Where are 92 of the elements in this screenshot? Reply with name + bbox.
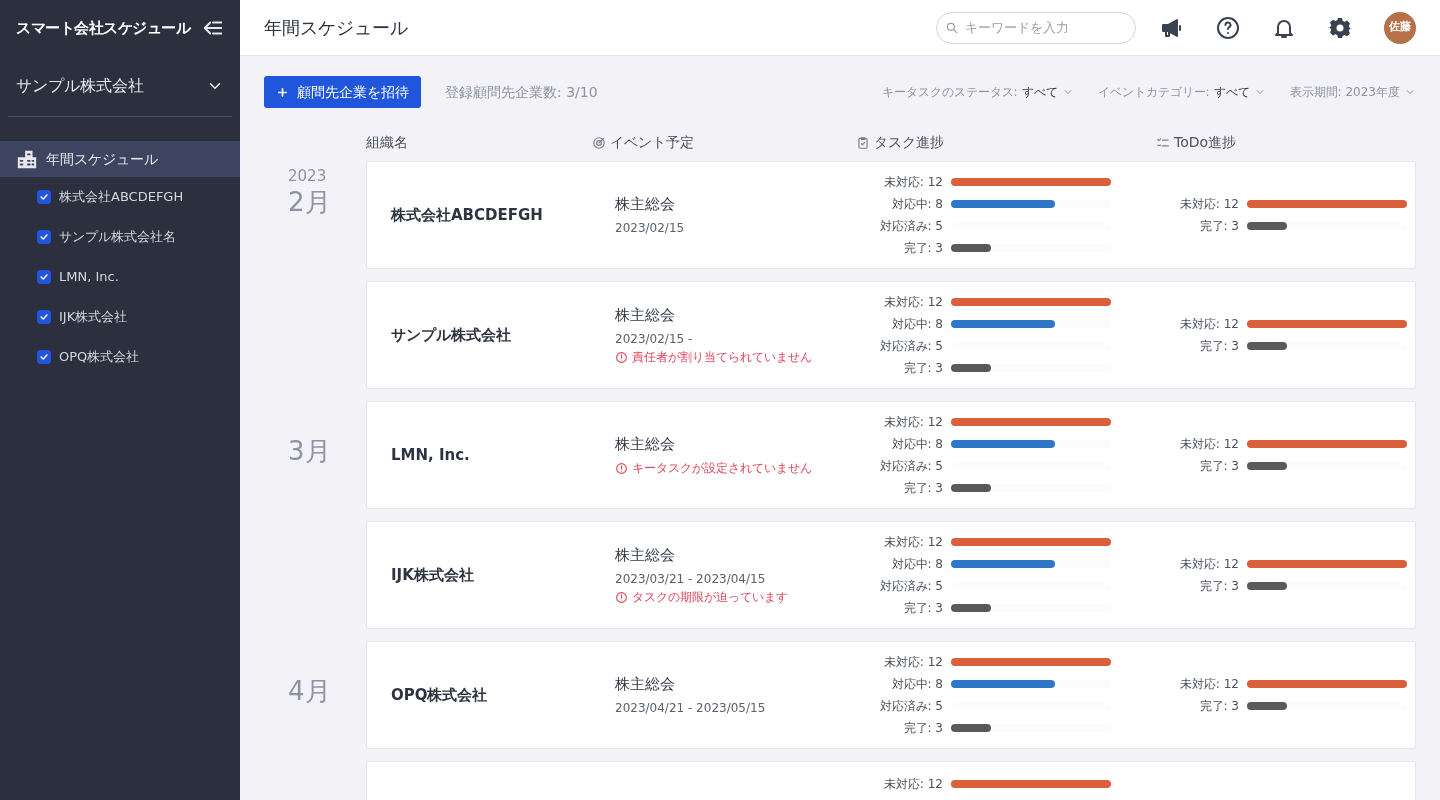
progress-label: 未対応: 12 [882,776,943,793]
company-count: 登録顧問先企業数: 3/10 [445,82,598,102]
checkbox[interactable] [37,310,51,324]
month-label: 3月 [288,437,332,466]
column-header: ToDo進捗 [1174,133,1237,152]
filter-dropdown[interactable]: イベントカテゴリー: すべて [1097,83,1266,101]
organization-name: 株式会社ABCDEFGH [391,204,543,226]
progress-label: 未対応: 12 [1178,196,1239,213]
company-filter-label[interactable]: 株式会社ABCDEFGH [59,187,184,207]
progress-label: 未対応: 12 [1178,436,1239,453]
progress-label: 完了: 3 [902,600,943,617]
column-header: 組織名 [366,133,408,152]
progress-label: 未対応: 12 [1178,316,1239,333]
progress-label: 完了: 3 [902,720,943,737]
company-filter-label[interactable]: OPQ株式会社 [59,347,140,367]
month-label: 4月 [288,677,332,706]
building-icon [16,148,38,170]
filter-dropdown[interactable]: キータスクのステータス: すべて [881,83,1074,101]
progress-label: 完了: 3 [1198,698,1239,715]
event-title: 株主総会 [615,544,676,566]
progress-label: 完了: 3 [1198,218,1239,235]
invite-button[interactable]: 顧問先企業を招待 [264,76,421,108]
checkmark-icon [39,312,49,322]
progress-label: 完了: 3 [902,240,943,257]
progress-label: 対応中: 8 [890,436,943,453]
event-date: 2023/03/21 - 2023/04/15 [615,571,767,589]
checkmark-icon [39,232,49,242]
progress-label: 完了: 3 [902,360,943,377]
organization-name: サンプル株式会社 [391,324,511,346]
warning-message: キータスクが設定されていません [632,460,812,478]
org-selector[interactable]: サンプル株式会社 [0,56,240,116]
checkbox[interactable] [37,190,51,204]
warning-icon [615,461,628,475]
progress-label: 対応済み: 5 [878,218,943,235]
event-title: 株主総会 [615,673,676,695]
organization-name: IJK株式会社 [391,564,474,586]
event-title: 株主総会 [615,304,676,326]
progress-label: 未対応: 12 [882,414,943,431]
progress-label: 対応済み: 5 [878,338,943,355]
progress-label: 完了: 3 [902,480,943,497]
company-filter-label[interactable]: サンプル株式会社名 [59,227,176,247]
progress-label: 対応中: 8 [890,556,943,573]
progress-label: 対応済み: 5 [878,458,943,475]
settings-icon[interactable] [1328,15,1352,40]
progress-label: 完了: 3 [1198,338,1239,355]
year-label: 2023 [288,166,328,187]
warning-icon [615,590,628,604]
progress-label: 未対応: 12 [1178,556,1239,573]
checkbox[interactable] [37,350,51,364]
warning-message: 責任者が割り当てられていません [632,349,812,367]
search-input[interactable]: キーワードを入力 [963,16,1113,39]
plus-icon [276,85,289,99]
progress-label: 対応中: 8 [890,316,943,333]
checkbox[interactable] [37,230,51,244]
help-icon[interactable] [1216,15,1240,40]
checkmark-icon [39,352,49,362]
progress-label: 完了: 3 [1198,458,1239,475]
progress-label: 対応中: 8 [890,196,943,213]
progress-label: 対応中: 8 [890,676,943,693]
event-title: 株主総会 [615,193,676,215]
progress-label: 未対応: 12 [882,534,943,551]
organization-name: OPQ株式会社 [391,684,488,706]
organization-name: LMN, Inc. [391,444,470,466]
checklist-icon [1156,135,1170,150]
column-header: タスク進捗 [874,133,944,152]
event-date: 2023/04/21 - 2023/05/15 [615,700,767,718]
company-filter-label[interactable]: IJK株式会社 [59,307,128,327]
progress-label: 対応済み: 5 [878,698,943,715]
checkbox[interactable] [37,270,51,284]
search-icon [945,20,959,35]
nav-item[interactable]: 年間スケジュール [0,141,240,177]
warning-message: タスクの期限が迫っています [632,589,788,607]
progress-label: 未対応: 12 [882,294,943,311]
column-header: イベント予定 [610,133,694,152]
user-avatar[interactable]: 佐藤 [1384,11,1416,44]
progress-label: 対応済み: 5 [878,578,943,595]
checkmark-icon [39,192,49,202]
company-filter-label[interactable]: LMN, Inc. [59,267,119,287]
event-date: 2023/02/15 - [615,331,694,349]
app-title: スマート会社スケジュール [16,17,190,39]
checkmark-icon [39,272,49,282]
event-date: 2023/02/15 [615,220,686,238]
clipboard-check-icon [856,135,870,150]
progress-label: 未対応: 12 [882,174,943,191]
progress-label: 完了: 3 [1198,578,1239,595]
target-icon [592,135,606,150]
progress-label: 未対応: 12 [1178,676,1239,693]
event-title: 株主総会 [615,433,676,455]
month-label: 2月 [288,187,332,217]
progress-label: 未対応: 12 [882,654,943,671]
page-title: 年間スケジュール [264,16,408,40]
warning-icon [615,350,628,364]
